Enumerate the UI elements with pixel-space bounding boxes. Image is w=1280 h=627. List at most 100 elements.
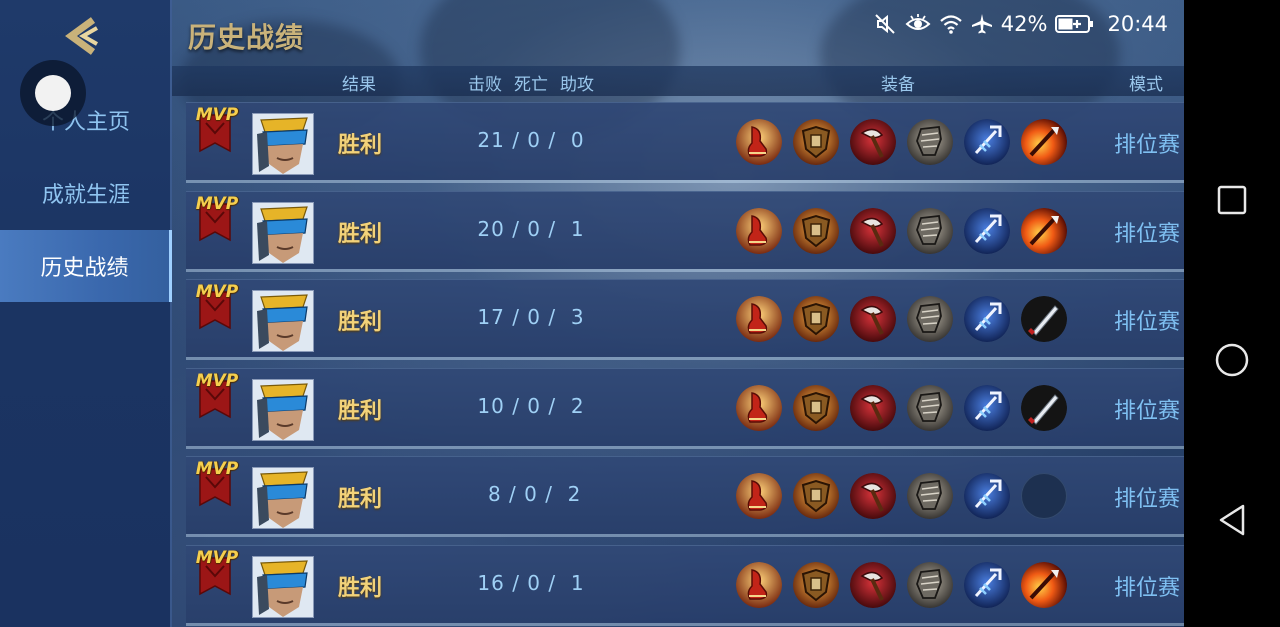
equipment-list	[736, 119, 1067, 165]
mvp-label: MVP	[195, 105, 239, 125]
kda-stats: 17 / 0 / 3	[477, 305, 585, 329]
trident-item-icon	[964, 384, 1010, 431]
sidebar-item-label: 成就生涯	[41, 183, 130, 208]
home-button[interactable]	[1212, 340, 1252, 380]
match-result: 胜利	[338, 310, 383, 335]
match-mode: 排位赛	[1113, 310, 1180, 335]
trident-item-icon	[964, 473, 1010, 519]
column-header-assists: 助攻	[560, 75, 594, 95]
column-header-deaths: 死亡	[514, 75, 548, 95]
hero-avatar	[252, 290, 314, 352]
trident-item-icon	[964, 207, 1010, 254]
boots-item-icon	[736, 119, 782, 165]
match-row[interactable]: MVP 胜利 16 / 0 / 1 排位赛	[186, 544, 1184, 623]
shield-item-icon	[793, 473, 839, 519]
boots-item-icon	[736, 473, 782, 519]
equipment-list	[736, 384, 1067, 431]
table-header: 结果 击败 死亡 助攻 装备 模式	[172, 66, 1184, 96]
equipment-list	[736, 473, 1067, 519]
mvp-badge-icon: MVP	[190, 451, 240, 511]
axe-item-icon	[850, 207, 896, 254]
wifi-icon	[940, 15, 962, 34]
home-circle-icon	[1215, 343, 1249, 377]
android-nav-bar	[1184, 0, 1280, 627]
page-title: 历史战绩	[188, 21, 305, 54]
hero-avatar	[252, 378, 314, 441]
match-mode: 排位赛	[1113, 133, 1180, 158]
shield-item-icon	[793, 384, 839, 431]
sidebar-item-label: 历史战绩	[40, 256, 129, 281]
trident-item-icon	[964, 119, 1010, 165]
armor-item-icon	[907, 296, 953, 342]
match-result: 胜利	[338, 221, 383, 247]
match-row[interactable]: MVP 胜利 10 / 0 / 2 排位赛	[186, 367, 1184, 446]
empty-slot	[1021, 473, 1067, 519]
kda-stats: 21 / 0 / 0	[477, 128, 585, 152]
recents-button[interactable]	[1212, 180, 1252, 220]
fire-spear-item-icon	[1021, 561, 1067, 608]
floating-assist-button[interactable]	[20, 60, 86, 126]
kda-stats: 16 / 0 / 1	[477, 570, 585, 595]
equipment-list	[736, 561, 1067, 608]
match-row[interactable]: MVP 胜利 21 / 0 / 0 排位赛	[186, 102, 1184, 180]
match-row[interactable]: MVP 胜利 8 / 0 / 2 排位赛	[186, 456, 1184, 534]
armor-item-icon	[907, 119, 953, 165]
match-result: 胜利	[338, 575, 383, 601]
back-triangle-icon	[1219, 504, 1245, 536]
hero-avatar	[252, 113, 314, 175]
mvp-label: MVP	[195, 193, 239, 214]
eye-icon	[905, 14, 931, 30]
mvp-badge-icon: MVP	[190, 274, 240, 334]
match-result: 胜利	[338, 133, 383, 158]
mvp-label: MVP	[195, 370, 239, 391]
match-mode: 排位赛	[1113, 221, 1180, 247]
match-row[interactable]: MVP 胜利 17 / 0 / 3 排位赛	[186, 279, 1184, 357]
mute-icon	[875, 14, 895, 34]
boots-item-icon	[736, 207, 782, 254]
match-mode: 排位赛	[1113, 575, 1180, 601]
match-mode: 排位赛	[1113, 398, 1180, 424]
column-header-equipment: 装备	[881, 75, 915, 95]
status-bar: 42% 20:44	[873, 8, 1168, 40]
shield-item-icon	[793, 207, 839, 254]
sidebar-item-match-history[interactable]: 历史战绩	[0, 230, 172, 302]
recents-square-icon	[1217, 185, 1247, 215]
match-result: 胜利	[338, 398, 383, 424]
blade-item-icon	[1021, 384, 1067, 431]
column-header-kills: 击败	[468, 75, 502, 95]
game-screen: 个人主页 成就生涯 历史战绩 历史战绩 42% 20:44 结果 击败 死亡 助…	[0, 0, 1184, 627]
match-row[interactable]: MVP 胜利 20 / 0 / 1 排位赛	[186, 190, 1184, 269]
equipment-list	[736, 296, 1067, 342]
fire-spear-item-icon	[1021, 119, 1067, 165]
match-mode: 排位赛	[1113, 487, 1180, 512]
mvp-label: MVP	[195, 282, 239, 302]
sidebar-item-achievements[interactable]: 成就生涯	[0, 157, 172, 229]
mvp-label: MVP	[195, 547, 239, 568]
hero-avatar	[252, 201, 314, 264]
hero-avatar	[252, 555, 314, 618]
kda-stats: 10 / 0 / 2	[477, 393, 585, 418]
armor-item-icon	[907, 473, 953, 519]
sidebar: 个人主页 成就生涯 历史战绩	[0, 0, 172, 627]
back-button[interactable]	[60, 14, 108, 58]
equipment-list	[736, 207, 1067, 254]
shield-item-icon	[793, 296, 839, 342]
axe-item-icon	[850, 473, 896, 519]
mvp-badge-icon: MVP	[190, 97, 240, 157]
assist-dot-icon	[35, 75, 71, 111]
kda-stats: 20 / 0 / 1	[477, 216, 585, 241]
match-result: 胜利	[338, 487, 383, 512]
kda-stats: 8 / 0 / 2	[480, 482, 582, 506]
back-nav-button[interactable]	[1212, 500, 1252, 540]
axe-item-icon	[850, 119, 896, 165]
clock: 20:44	[1107, 12, 1168, 36]
mvp-badge-icon: MVP	[190, 363, 240, 423]
back-chevron-icon	[65, 17, 98, 55]
axe-item-icon	[850, 296, 896, 342]
mvp-badge-icon: MVP	[190, 540, 240, 600]
hero-avatar	[252, 467, 314, 529]
boots-item-icon	[736, 561, 782, 608]
axe-item-icon	[850, 561, 896, 608]
armor-item-icon	[907, 561, 953, 608]
mvp-label: MVP	[195, 459, 239, 479]
